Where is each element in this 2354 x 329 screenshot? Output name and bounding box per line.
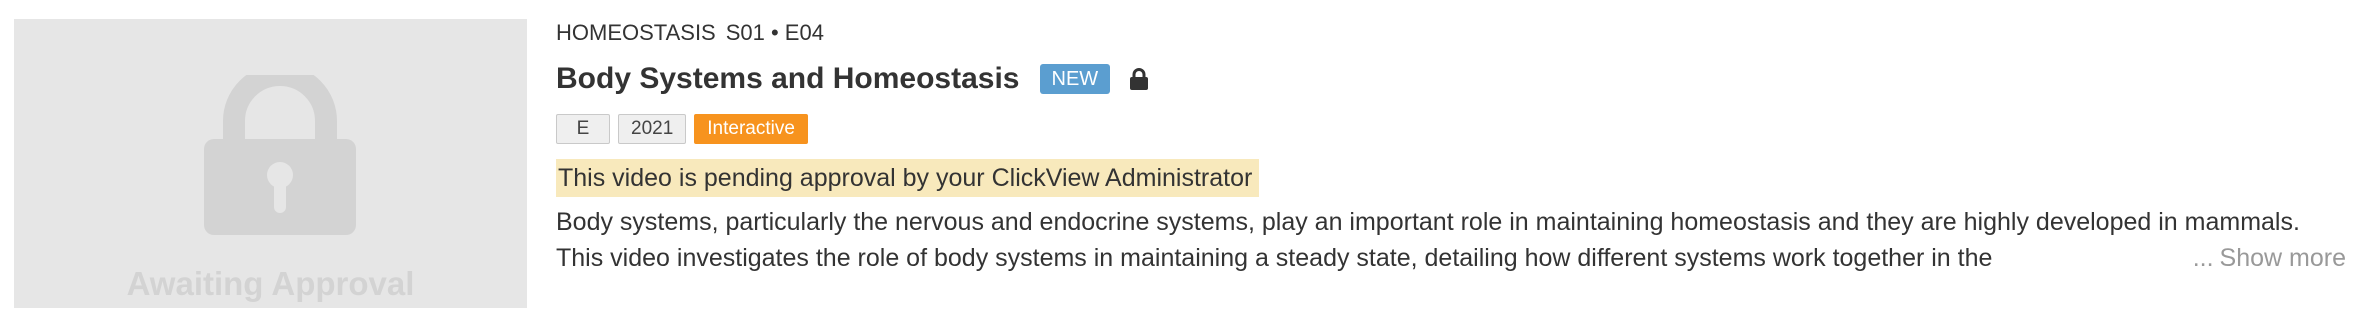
title-row: Body Systems and Homeostasis NEW <box>556 60 2346 98</box>
ellipsis: ... <box>2192 244 2214 272</box>
video-description: Body systems, particularly the nervous a… <box>556 204 2346 276</box>
tag-list: E 2021 Interactive <box>556 113 2346 145</box>
year-tag: 2021 <box>618 114 687 144</box>
rating-tag: E <box>556 114 610 144</box>
new-badge: NEW <box>1039 64 1111 94</box>
series-info: HOMEOSTASIS S01 • E04 <box>556 18 2346 48</box>
video-details: HOMEOSTASIS S01 • E04 Body Systems and Ho… <box>556 18 2346 276</box>
video-thumbnail[interactable]: Awaiting Approval <box>14 19 527 308</box>
series-name[interactable]: HOMEOSTASIS <box>556 20 716 45</box>
pending-approval-notice: This video is pending approval by your C… <box>556 159 1260 197</box>
show-more-link[interactable]: Show more <box>2220 240 2346 276</box>
interactive-tag: Interactive <box>694 114 808 144</box>
awaiting-approval-label: Awaiting Approval <box>126 265 415 302</box>
video-title[interactable]: Body Systems and Homeostasis <box>556 62 1020 96</box>
episode-number: S01 • E04 <box>725 20 824 45</box>
lock-icon <box>1130 68 1149 90</box>
description-fade: ... Show more <box>2062 240 2346 276</box>
lock-icon <box>204 75 356 235</box>
